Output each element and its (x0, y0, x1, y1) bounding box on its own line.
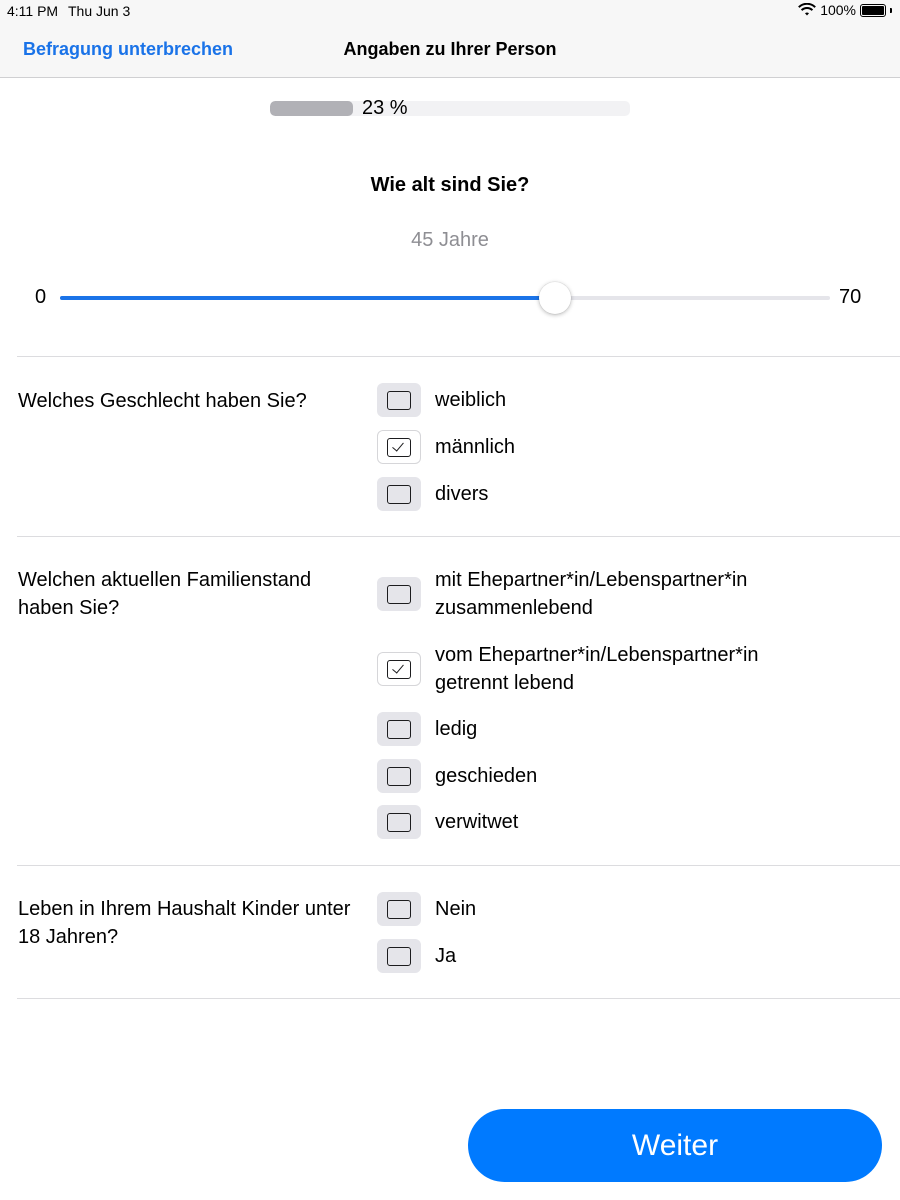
slider-min-label: 0 (35, 286, 47, 308)
checkbox[interactable] (377, 712, 421, 746)
age-value-label: 45 Jahre (411, 229, 489, 251)
option-label: Ja (435, 945, 457, 967)
option-weiblich[interactable]: weiblich (377, 383, 877, 417)
divider (17, 356, 900, 357)
progress-bar (270, 101, 630, 116)
checkbox[interactable] (377, 805, 421, 839)
gender-question: Welches Geschlecht haben Sie? (18, 390, 307, 412)
checkbox[interactable] (377, 577, 421, 611)
interrupt-survey-button[interactable]: Befragung unterbrechen (23, 39, 233, 60)
option-verwitwet[interactable]: verwitwet (377, 805, 877, 839)
battery-percentage: 100% (820, 2, 856, 18)
checkbox[interactable] (377, 477, 421, 511)
divider (17, 865, 900, 866)
checkbox[interactable] (377, 892, 421, 926)
checkbox[interactable] (377, 759, 421, 793)
option-nein[interactable]: Nein (377, 892, 877, 926)
status-date: Thu Jun 3 (68, 3, 131, 19)
option-label: vom Ehepartner*in/Lebenspartner*in getre… (435, 644, 759, 694)
option-divers[interactable]: divers (377, 477, 877, 511)
option-label: männlich (435, 436, 516, 458)
marital-status-question: Welchen aktuellen Familienstand haben Si… (18, 569, 312, 619)
slider-thumb[interactable] (539, 282, 572, 314)
age-question: Wie alt sind Sie? (370, 174, 530, 196)
next-button[interactable]: Weiter (468, 1109, 882, 1182)
option-label: Nein (435, 898, 477, 920)
option-label: ledig (435, 718, 478, 740)
progress-fill (270, 101, 353, 116)
option-getrennt-lebend[interactable]: vom Ehepartner*in/Lebenspartner*in getre… (377, 641, 877, 697)
wifi-icon (798, 3, 817, 16)
option-zusammenlebend[interactable]: mit Ehepartner*in/Lebenspartner*in zusam… (377, 566, 877, 622)
option-maennlich[interactable]: männlich (377, 430, 877, 464)
divider (17, 536, 900, 537)
option-label: geschieden (435, 765, 538, 787)
slider-max-label: 70 (839, 286, 862, 308)
status-bar: 4:11 PM Thu Jun 3 100% (0, 0, 900, 22)
option-label: verwitwet (435, 811, 519, 833)
option-label: mit Ehepartner*in/Lebenspartner*in zusam… (435, 569, 748, 619)
progress-label: 23 % (362, 97, 408, 119)
option-label: divers (435, 483, 489, 505)
status-indicators: 100% (798, 2, 892, 18)
battery-icon (860, 3, 886, 17)
option-ledig[interactable]: ledig (377, 712, 877, 746)
option-geschieden[interactable]: geschieden (377, 759, 877, 793)
checkbox[interactable] (377, 939, 421, 973)
age-slider[interactable] (60, 281, 830, 315)
children-question: Leben in Ihrem Haushalt Kinder unter 18 … (18, 898, 351, 948)
divider (17, 998, 900, 999)
checkbox-checked[interactable] (377, 430, 421, 464)
checkbox-checked[interactable] (377, 652, 421, 686)
navigation-bar: Befragung unterbrechen Angaben zu Ihrer … (0, 22, 900, 78)
option-label: weiblich (435, 389, 507, 411)
option-ja[interactable]: Ja (377, 939, 877, 973)
checkbox[interactable] (377, 383, 421, 417)
status-time: 4:11 PM (7, 3, 59, 19)
slider-fill (60, 296, 556, 300)
battery-tip (890, 7, 892, 13)
